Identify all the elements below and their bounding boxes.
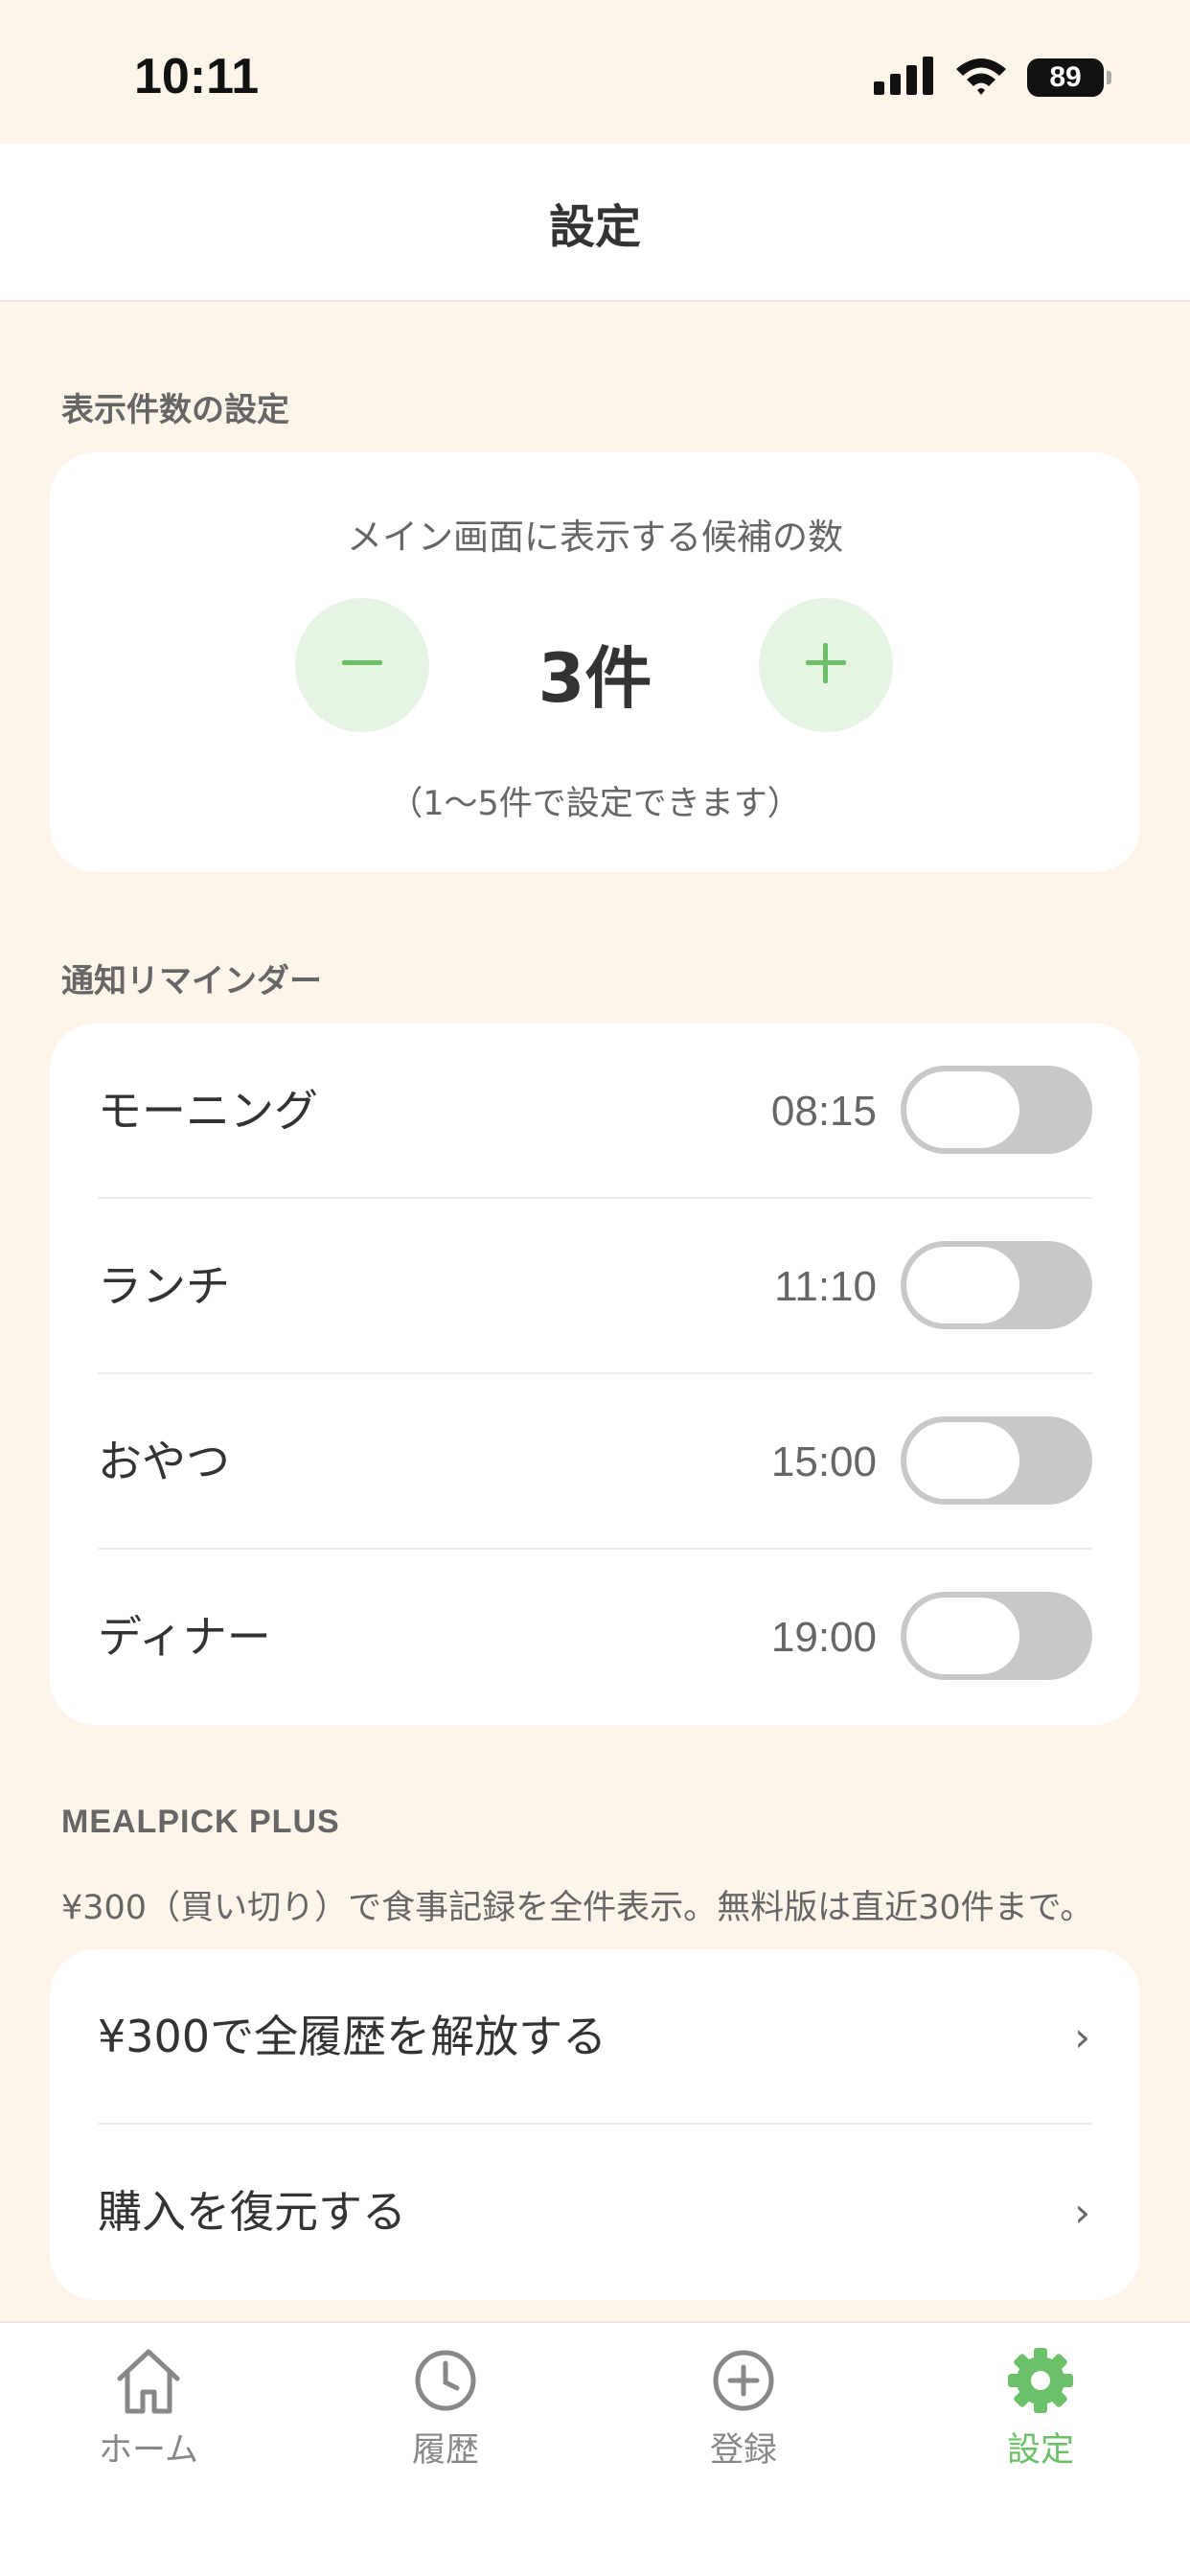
home-icon xyxy=(53,2344,244,2417)
tab-home[interactable]: ホーム xyxy=(53,2344,244,2472)
tab-register[interactable]: 登録 xyxy=(648,2344,839,2472)
count-value: 3件 xyxy=(538,639,652,718)
cellular-signal-icon xyxy=(874,57,935,99)
tab-label: 履歴 xyxy=(411,2431,479,2470)
plus-description: ¥300（買い切り）で食事記録を全件表示。無料版は直近30件まで。 xyxy=(61,1889,1094,1927)
page-title: 設定 xyxy=(548,199,641,254)
reminder-time[interactable]: 19:00 xyxy=(771,1550,877,1725)
reminder-label: ランチ xyxy=(98,1260,230,1312)
plus-icon xyxy=(804,641,848,689)
restore-purchase-button[interactable]: 購入を復元する › xyxy=(50,2125,1140,2300)
count-caption: メイン画面に表示する候補の数 xyxy=(347,517,843,558)
gear-icon xyxy=(945,2344,1136,2417)
display-count-card: メイン画面に表示する候補の数 3件 （1〜5件で設定できます） xyxy=(50,452,1140,872)
tab-settings[interactable]: 設定 xyxy=(945,2344,1136,2472)
status-time: 10:11 xyxy=(134,49,260,104)
tab-label: 設定 xyxy=(1006,2431,1074,2470)
reminder-time[interactable]: 11:10 xyxy=(774,1199,877,1374)
tab-label: ホーム xyxy=(99,2431,198,2470)
restore-purchase-label: 購入を復元する xyxy=(98,2186,406,2238)
reminder-time[interactable]: 15:00 xyxy=(771,1374,877,1550)
reminder-row-lunch: ランチ 11:10 xyxy=(50,1199,1140,1374)
toggle-knob xyxy=(906,1422,1019,1499)
tab-history[interactable]: 履歴 xyxy=(350,2344,541,2472)
status-icons: 89 xyxy=(874,56,1111,100)
plus-card: ¥300で全履歴を解放する › 購入を復元する › xyxy=(50,1949,1140,2300)
reminder-toggle-lunch[interactable] xyxy=(901,1241,1092,1329)
section-label-reminders: 通知リマインダー xyxy=(61,962,322,1000)
battery-indicator: 89 xyxy=(1027,58,1111,97)
count-hint: （1〜5件で設定できます） xyxy=(389,785,801,823)
chevron-right-icon: › xyxy=(1074,2189,1090,2236)
status-bar: 10:11 89 xyxy=(0,0,1190,144)
section-label-plus: MEALPICK PLUS xyxy=(61,1804,340,1840)
reminder-label: おやつ xyxy=(98,1436,230,1487)
nav-header: 設定 xyxy=(0,144,1190,302)
section-label-display-count: 表示件数の設定 xyxy=(61,391,289,429)
plus-circle-icon xyxy=(648,2344,839,2417)
reminder-toggle-snack[interactable] xyxy=(901,1416,1092,1505)
reminder-row-snack: おやつ 15:00 xyxy=(50,1374,1140,1550)
reminder-label: モーニング xyxy=(98,1085,318,1137)
chevron-right-icon: › xyxy=(1074,2013,1090,2060)
unlock-history-button[interactable]: ¥300で全履歴を解放する › xyxy=(50,1949,1140,2125)
toggle-knob xyxy=(906,1598,1019,1674)
clock-icon xyxy=(350,2344,541,2417)
tab-bar: ホーム 履歴 登録 設定 xyxy=(0,2321,1190,2576)
increment-button[interactable] xyxy=(759,598,893,732)
reminder-time[interactable]: 08:15 xyxy=(771,1024,877,1199)
toggle-knob xyxy=(906,1247,1019,1323)
toggle-knob xyxy=(906,1071,1019,1148)
reminder-toggle-dinner[interactable] xyxy=(901,1592,1092,1680)
tab-label: 登録 xyxy=(709,2431,777,2470)
reminder-toggle-morning[interactable] xyxy=(901,1066,1092,1154)
wifi-icon xyxy=(954,56,1008,100)
reminders-card: モーニング 08:15 ランチ 11:10 おやつ 15:00 ディナー 19:… xyxy=(50,1024,1140,1725)
unlock-history-label: ¥300で全履歴を解放する xyxy=(98,2011,607,2062)
reminder-row-morning: モーニング 08:15 xyxy=(50,1024,1140,1199)
reminder-row-dinner: ディナー 19:00 xyxy=(50,1550,1140,1725)
reminder-label: ディナー xyxy=(98,1611,271,1663)
